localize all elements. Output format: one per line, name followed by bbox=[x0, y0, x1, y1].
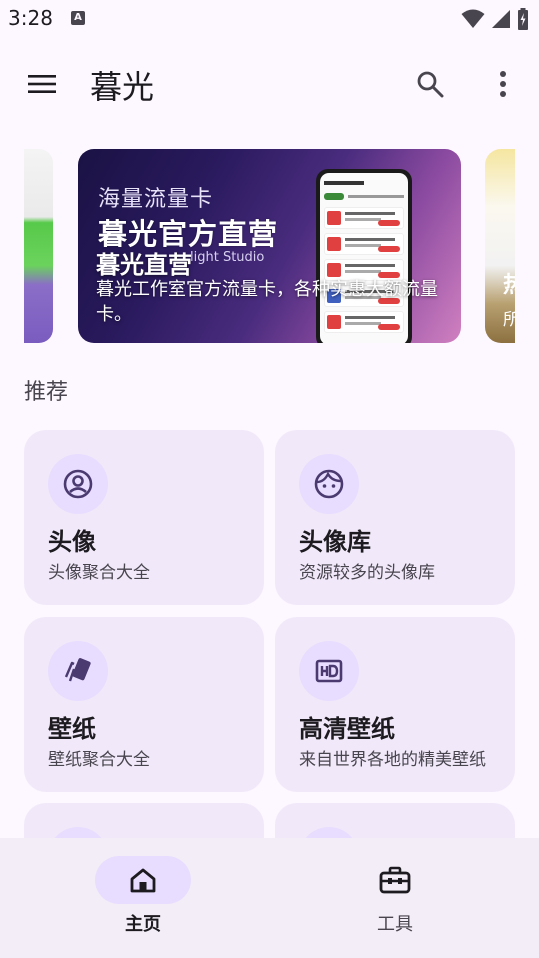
banner-description: 暮光工作室官方流量卡，各种实惠大额流量卡。 bbox=[96, 279, 438, 325]
cell-signal-icon bbox=[492, 10, 510, 28]
banner-current[interactable]: 海量流量卡 暮光官方直营 light Studio 暮光直营 暮光工作室官方流量… bbox=[78, 149, 461, 343]
banner-next[interactable]: 热 所 bbox=[485, 149, 515, 343]
card-wallpaper[interactable]: 壁纸 壁纸聚合大全 bbox=[24, 617, 264, 792]
menu-button[interactable] bbox=[22, 64, 62, 104]
card-title: 头像 bbox=[48, 528, 96, 556]
card-title: 高清壁纸 bbox=[299, 715, 395, 743]
card-title: 壁纸 bbox=[48, 715, 96, 743]
icon-container bbox=[299, 641, 359, 701]
card-avatar-library[interactable]: 头像库 资源较多的头像库 bbox=[275, 430, 515, 605]
bottom-navigation: 主页 工具 bbox=[0, 838, 539, 958]
hd-icon bbox=[315, 659, 343, 683]
card-subtitle: 壁纸聚合大全 bbox=[48, 750, 150, 770]
icon-container bbox=[299, 454, 359, 514]
more-vert-icon bbox=[500, 71, 506, 97]
status-icons bbox=[461, 8, 529, 30]
promo-subtitle: 海量流量卡 bbox=[98, 187, 214, 212]
cards-wallpaper-icon bbox=[64, 658, 91, 682]
section-title-recommend: 推荐 bbox=[24, 380, 69, 405]
nav-label: 工具 bbox=[377, 914, 413, 935]
status-time: 3:28 bbox=[8, 6, 53, 30]
icon-container bbox=[48, 641, 108, 701]
more-button[interactable] bbox=[483, 64, 523, 104]
icon-container bbox=[48, 454, 108, 514]
card-subtitle: 头像聚合大全 bbox=[48, 563, 150, 583]
banner-next-subtitle: 所 bbox=[503, 310, 515, 330]
banner-next-title: 热 bbox=[503, 273, 515, 298]
toolbox-icon bbox=[379, 866, 411, 894]
nav-indicator bbox=[95, 856, 191, 904]
banner-previous[interactable] bbox=[24, 149, 53, 343]
menu-icon bbox=[28, 75, 56, 93]
banner-carousel[interactable]: 海量流量卡 暮光官方直营 light Studio 暮光直营 暮光工作室官方流量… bbox=[24, 149, 515, 343]
card-title: 头像库 bbox=[299, 528, 371, 556]
battery-icon bbox=[518, 8, 528, 30]
home-icon bbox=[130, 868, 156, 893]
promo-studio: light Studio bbox=[190, 250, 265, 265]
card-subtitle: 资源较多的头像库 bbox=[299, 563, 435, 583]
card-avatar[interactable]: 头像 头像聚合大全 bbox=[24, 430, 264, 605]
wifi-icon bbox=[461, 9, 485, 28]
search-icon bbox=[417, 71, 444, 98]
status-bar: 3:28 A bbox=[0, 0, 539, 38]
face-icon bbox=[314, 469, 344, 499]
screen: 3:28 A 暮光 海量流量卡 暮光官方直营 light Studio 暮光直营… bbox=[0, 0, 539, 958]
nav-item-tools[interactable]: 工具 bbox=[345, 856, 445, 936]
card-subtitle: 来自世界各地的精美壁纸 bbox=[299, 750, 486, 770]
app-title: 暮光 bbox=[90, 68, 155, 106]
nav-indicator bbox=[347, 856, 443, 904]
card-hd-wallpaper[interactable]: 高清壁纸 来自世界各地的精美壁纸 bbox=[275, 617, 515, 792]
a-letter-icon: A bbox=[71, 11, 85, 25]
banner-title: 暮光直营 bbox=[96, 251, 192, 279]
nav-item-home[interactable]: 主页 bbox=[93, 856, 193, 936]
app-bar: 暮光 bbox=[0, 48, 539, 120]
account-circle-icon bbox=[63, 469, 93, 499]
search-button[interactable] bbox=[410, 64, 450, 104]
nav-label: 主页 bbox=[125, 914, 161, 935]
